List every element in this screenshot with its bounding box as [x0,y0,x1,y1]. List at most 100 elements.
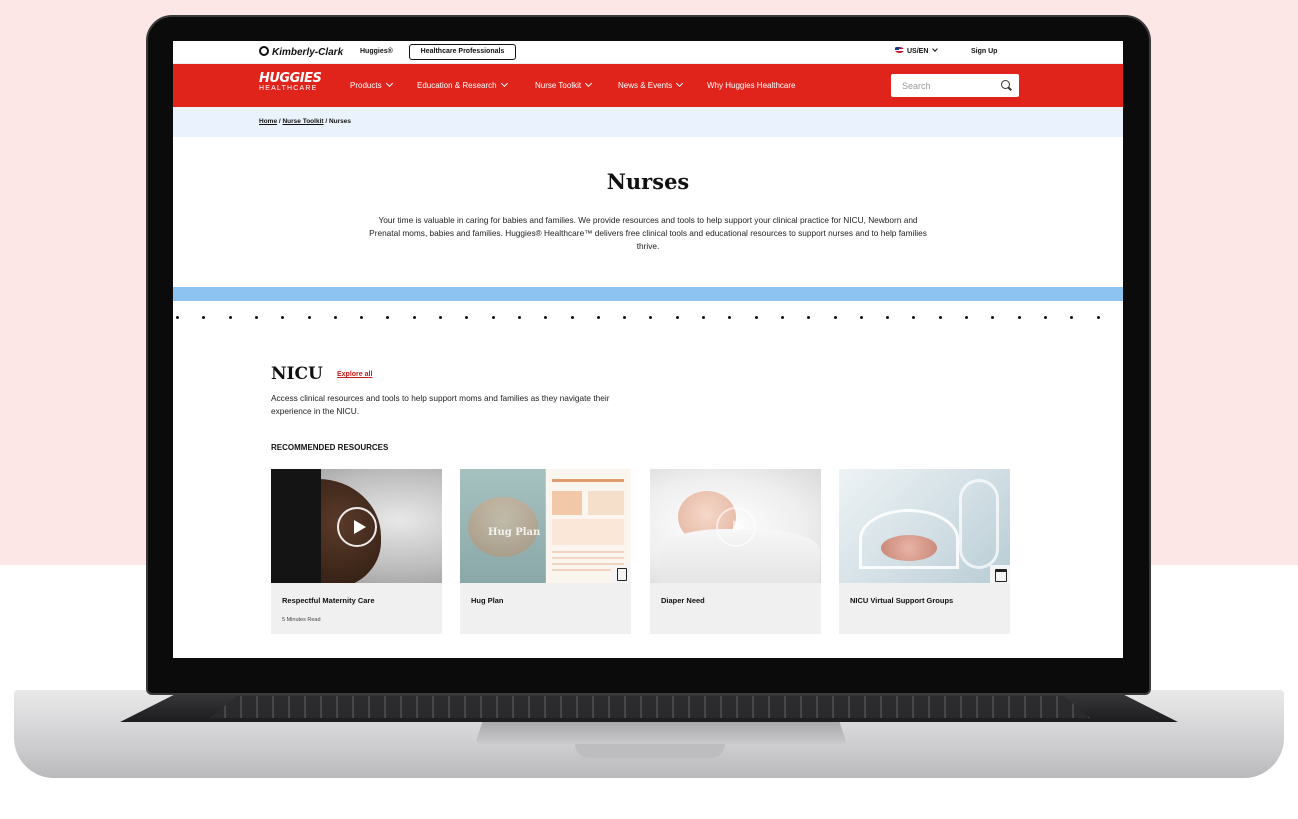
divider-dot [886,316,890,319]
search-input[interactable] [891,74,996,97]
chevron-down-icon [385,79,393,88]
play-icon[interactable] [716,507,756,547]
card-image [650,469,821,583]
card-title: Respectful Maternity Care [282,596,375,605]
divider-dot [281,316,285,319]
hero-description: Your time is valuable in caring for babi… [369,215,927,251]
nicu-description: Access clinical resources and tools to h… [271,393,610,416]
decorative-band [173,287,1123,301]
main-navbar: HUGGIES HEALTHCARE Products Education & … [173,64,1123,107]
divider-dot [1096,316,1100,319]
signup-link[interactable]: Sign Up [971,48,997,55]
divider-dot [465,316,469,319]
divider-dot [702,316,705,319]
card-title: Hug Plan [471,596,504,605]
resource-card-diaper-need[interactable]: Diaper Need [650,469,821,634]
explore-all-link[interactable]: Explore all [337,371,372,378]
divider-dot [1070,316,1074,319]
locale-selector[interactable]: US/EN [895,46,939,55]
divider-dot [544,316,548,319]
divider-dot [859,316,863,319]
divider-dot [1043,316,1047,319]
divider-dot [1017,316,1021,319]
play-icon[interactable] [337,507,377,547]
divider-dot [938,316,942,319]
divider-dot [439,316,442,319]
breadcrumb-nurse-toolkit[interactable]: Nurse Toolkit [282,118,323,125]
divider-dot [360,316,364,319]
nav-products[interactable]: Products [350,79,393,90]
huggies-healthcare-logo[interactable]: HUGGIES HEALTHCARE [259,71,322,92]
card-title: NICU Virtual Support Groups [850,596,954,605]
resource-card-hug-plan[interactable]: Hug Plan Hug Plan [460,469,631,634]
breadcrumb: Home / Nurse Toolkit / Nurses [259,118,352,125]
photo-overlay [460,469,546,583]
kimberly-clark-logo[interactable]: Kimberly-Clark [259,46,343,58]
divider-dot [649,316,653,319]
divider-dot [176,316,179,319]
breadcrumb-home[interactable]: Home [259,118,277,125]
nav-why-huggies[interactable]: Why Huggies Healthcare [707,81,795,90]
divider-dot [912,316,916,319]
shadow-shape [271,469,321,583]
pdf-icon [611,565,631,583]
us-flag-icon [895,47,904,53]
huggies-link[interactable]: Huggies® [360,48,393,55]
healthcare-professionals-button[interactable]: Healthcare Professionals [409,44,516,60]
search-icon[interactable] [1001,80,1010,89]
divider-dot [623,316,627,319]
divider-dot [412,316,416,319]
divider-dot [570,316,574,319]
resource-card-respectful-maternity[interactable]: Respectful Maternity Care 5 Minutes Read [271,469,442,634]
search-box [891,74,1019,97]
equipment-shape [959,479,999,569]
laptop-screen: Kimberly-Clark Huggies® Healthcare Profe… [173,41,1123,658]
resource-card-nicu-support[interactable]: NICU Virtual Support Groups [839,469,1010,634]
calendar-icon [990,565,1010,583]
divider-dot [675,316,679,319]
card-title: Diaper Need [661,596,705,605]
nicu-section-title: NICU [271,364,323,384]
dotted-divider [173,316,1123,324]
doc-block [588,491,624,515]
divider-dot [596,316,600,319]
divider-dot [807,316,811,319]
divider-dot [833,316,837,319]
chevron-down-icon [500,79,508,88]
card-meta: 5 Minutes Read [282,617,321,623]
divider-dot [307,316,311,319]
divider-dot [754,316,758,319]
divider-dot [728,316,732,319]
doc-line [552,479,624,482]
divider-dot [517,316,521,319]
nav-news-events[interactable]: News & Events [618,79,684,90]
divider-dot [386,316,390,319]
hug-plan-image-text: Hug Plan [488,527,541,538]
chevron-down-icon [676,79,684,88]
doc-block [552,491,582,515]
chevron-down-icon [932,46,939,52]
divider-dot [491,316,495,319]
kc-logo-icon [259,46,269,56]
divider-dot [333,316,337,319]
nav-nurse-toolkit[interactable]: Nurse Toolkit [535,79,593,90]
doc-block [552,519,624,545]
card-image: Hug Plan [460,469,631,583]
card-image [839,469,1010,583]
card-image [271,469,442,583]
page-title: Nurses [606,169,690,194]
divider-dot [202,316,206,319]
breadcrumb-bar: Home / Nurse Toolkit / Nurses [173,107,1123,137]
divider-dot [254,316,258,319]
divider-dot [780,316,784,319]
utility-bar: Kimberly-Clark Huggies® Healthcare Profe… [173,41,1123,64]
chevron-down-icon [585,79,593,88]
laptop-notch [575,744,725,758]
laptop-keyboard [210,696,1090,718]
divider-dot [965,316,968,319]
infant-shape [881,535,937,561]
divider-dot [228,316,232,319]
laptop-touchpad [475,722,847,744]
nav-education-research[interactable]: Education & Research [417,79,508,90]
recommended-resources-label: RECOMMENDED RESOURCES [271,443,389,452]
